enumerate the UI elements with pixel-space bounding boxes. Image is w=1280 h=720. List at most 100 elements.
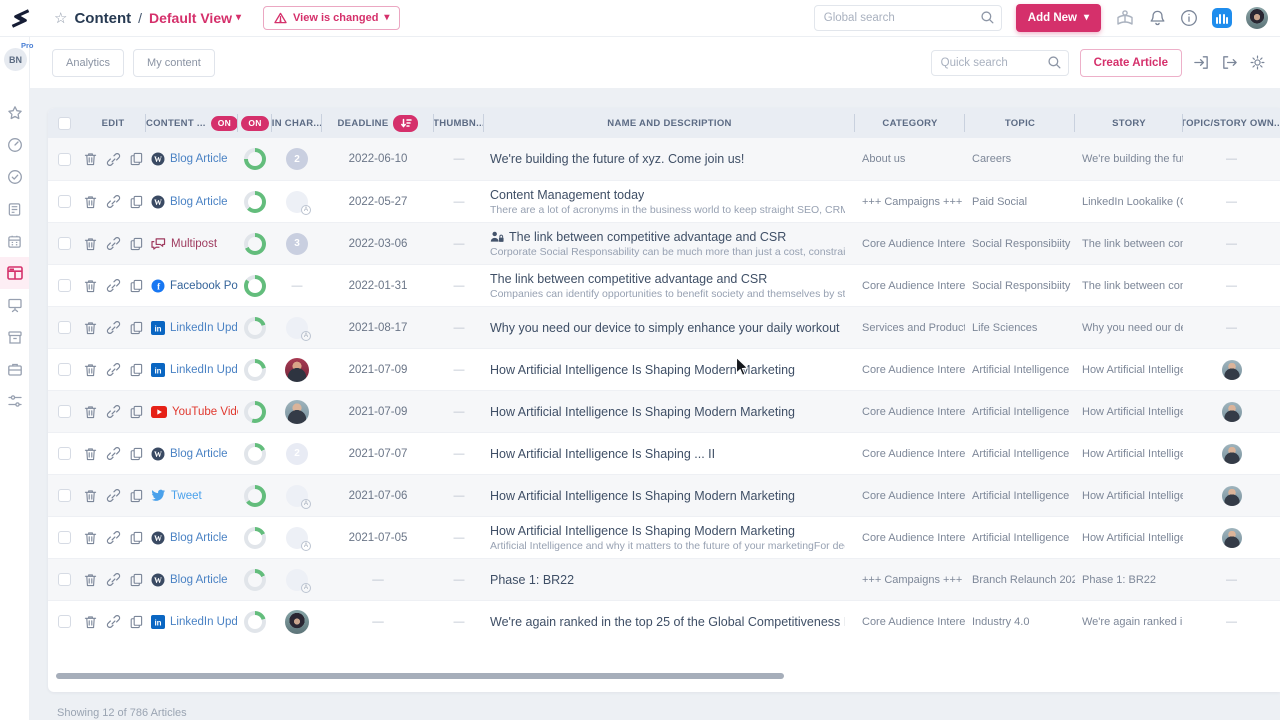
in-charge-cell[interactable]: 2 — [272, 138, 322, 180]
table-row[interactable]: Multipost 3 2022-03-06 — The link betwee… — [48, 222, 1280, 264]
delete-icon[interactable] — [84, 321, 97, 335]
progress-cell[interactable] — [238, 601, 272, 642]
thumbnail-cell[interactable]: — — [434, 265, 484, 306]
link-icon[interactable] — [106, 573, 121, 586]
row-checkbox[interactable] — [58, 279, 71, 292]
table-row[interactable]: WBlog Article 2 2021-07-07 — How Artific… — [48, 432, 1280, 474]
link-icon[interactable] — [106, 489, 121, 502]
duplicate-icon[interactable] — [130, 195, 143, 209]
delete-icon[interactable] — [84, 489, 97, 503]
row-checkbox[interactable] — [58, 531, 71, 544]
owner-cell[interactable]: — — [1183, 601, 1280, 642]
story-cell[interactable]: The link between com... — [1075, 223, 1183, 264]
story-cell[interactable]: How Artificial Intellige... — [1075, 349, 1183, 390]
column-story[interactable]: STORY — [1075, 108, 1183, 138]
horizontal-scrollbar[interactable] — [56, 673, 784, 679]
progress-cell[interactable] — [238, 433, 272, 474]
delete-icon[interactable] — [84, 405, 97, 419]
delete-icon[interactable] — [84, 573, 97, 587]
column-deadline[interactable]: DEADLINE — [322, 108, 434, 138]
create-article-button[interactable]: Create Article — [1080, 49, 1182, 77]
in-charge-count[interactable]: 3 — [286, 233, 308, 255]
deadline-cell[interactable]: 2021-07-09 — [322, 391, 434, 432]
row-checkbox[interactable] — [58, 195, 71, 208]
in-charge-cell[interactable] — [272, 391, 322, 432]
content-type-cell[interactable]: WBlog Article — [146, 517, 238, 558]
assign-user-button[interactable]: A — [286, 485, 308, 507]
in-charge-avatar[interactable] — [285, 400, 309, 424]
name-cell[interactable]: How Artificial Intelligence Is Shaping M… — [484, 391, 855, 432]
topic-cell[interactable]: Artificial Intelligence — [965, 517, 1075, 558]
owner-cell[interactable]: — — [1183, 265, 1280, 306]
owner-avatar[interactable] — [1222, 444, 1242, 464]
sidebar-item-favorites[interactable] — [0, 97, 29, 129]
content-type-cell[interactable]: inLinkedIn Upda — [146, 349, 238, 390]
owner-cell[interactable] — [1183, 349, 1280, 390]
table-row[interactable]: inLinkedIn Upda 2021-07-09 — How Artific… — [48, 348, 1280, 390]
delete-icon[interactable] — [84, 152, 97, 166]
story-cell[interactable]: How Artificial Intellige... — [1075, 433, 1183, 474]
table-row[interactable]: inLinkedIn Upda A 2021-08-17 — Why you n… — [48, 306, 1280, 348]
assign-user-button[interactable]: A — [286, 191, 308, 213]
delete-icon[interactable] — [84, 447, 97, 461]
category-cell[interactable]: Core Audience Interests — [855, 265, 965, 306]
sidebar-item-calendar[interactable] — [0, 225, 29, 257]
delete-icon[interactable] — [84, 279, 97, 293]
row-checkbox[interactable] — [58, 321, 71, 334]
topic-cell[interactable]: Branch Relaunch 2022 — [965, 559, 1075, 600]
thumbnail-cell[interactable]: — — [434, 138, 484, 180]
link-icon[interactable] — [106, 531, 121, 544]
delete-icon[interactable] — [84, 363, 97, 377]
content-type-cell[interactable]: Multipost — [146, 223, 238, 264]
in-charge-avatar[interactable] — [285, 358, 309, 382]
owner-cell[interactable]: — — [1183, 138, 1280, 180]
thumbnail-cell[interactable]: — — [434, 601, 484, 642]
owner-avatar[interactable] — [1222, 486, 1242, 506]
deadline-cell[interactable]: 2021-07-07 — [322, 433, 434, 474]
table-row[interactable]: YouTube Vide 2021-07-09 — How Artificial… — [48, 390, 1280, 432]
name-cell[interactable]: How Artificial Intelligence Is Shaping .… — [484, 433, 855, 474]
column-name[interactable]: NAME AND DESCRIPTION — [484, 108, 855, 138]
info-icon[interactable] — [1180, 9, 1198, 27]
owner-cell[interactable] — [1183, 391, 1280, 432]
in-charge-count[interactable]: 2 — [286, 148, 308, 170]
deadline-cell[interactable]: 2022-05-27 — [322, 181, 434, 222]
user-avatar[interactable] — [1246, 7, 1268, 29]
category-cell[interactable]: Core Audience Interests — [855, 391, 965, 432]
thumbnail-cell[interactable]: — — [434, 307, 484, 348]
link-icon[interactable] — [106, 321, 121, 334]
duplicate-icon[interactable] — [130, 321, 143, 335]
link-icon[interactable] — [106, 237, 121, 250]
my-content-button[interactable]: My content — [133, 49, 215, 77]
owner-cell[interactable] — [1183, 433, 1280, 474]
progress-cell[interactable] — [238, 475, 272, 516]
row-checkbox[interactable] — [58, 573, 71, 586]
name-cell[interactable]: How Artificial Intelligence Is Shaping M… — [484, 517, 855, 558]
name-cell[interactable]: How Artificial Intelligence Is Shaping M… — [484, 349, 855, 390]
column-category[interactable]: CATEGORY — [855, 108, 965, 138]
duplicate-icon[interactable] — [130, 279, 143, 293]
duplicate-icon[interactable] — [130, 363, 143, 377]
delete-icon[interactable] — [84, 615, 97, 629]
in-charge-cell[interactable]: A — [272, 307, 322, 348]
thumbnail-cell[interactable]: — — [434, 517, 484, 558]
in-charge-cell[interactable]: 3 — [272, 223, 322, 264]
in-charge-cell[interactable] — [272, 601, 322, 642]
deadline-cell[interactable]: 2021-07-06 — [322, 475, 434, 516]
progress-cell[interactable] — [238, 265, 272, 306]
deadline-cell[interactable]: — — [322, 559, 434, 600]
content-type-on-badge[interactable]: ON — [211, 116, 238, 131]
owner-cell[interactable]: — — [1183, 559, 1280, 600]
content-type-cell[interactable]: inLinkedIn Upda — [146, 601, 238, 642]
owner-cell[interactable] — [1183, 475, 1280, 516]
in-charge-avatar[interactable] — [285, 610, 309, 634]
sort-descending-icon[interactable] — [393, 115, 418, 132]
sidebar-item-notes[interactable] — [0, 193, 29, 225]
duplicate-icon[interactable] — [130, 531, 143, 545]
deadline-cell[interactable]: 2022-01-31 — [322, 265, 434, 306]
column-in-charge[interactable]: IN CHAR... — [272, 108, 322, 138]
content-type-cell[interactable]: inLinkedIn Upda — [146, 307, 238, 348]
content-type-cell[interactable]: WBlog Article — [146, 181, 238, 222]
name-cell[interactable]: How Artificial Intelligence Is Shaping M… — [484, 475, 855, 516]
name-cell[interactable]: Why you need our device to simply enhanc… — [484, 307, 855, 348]
